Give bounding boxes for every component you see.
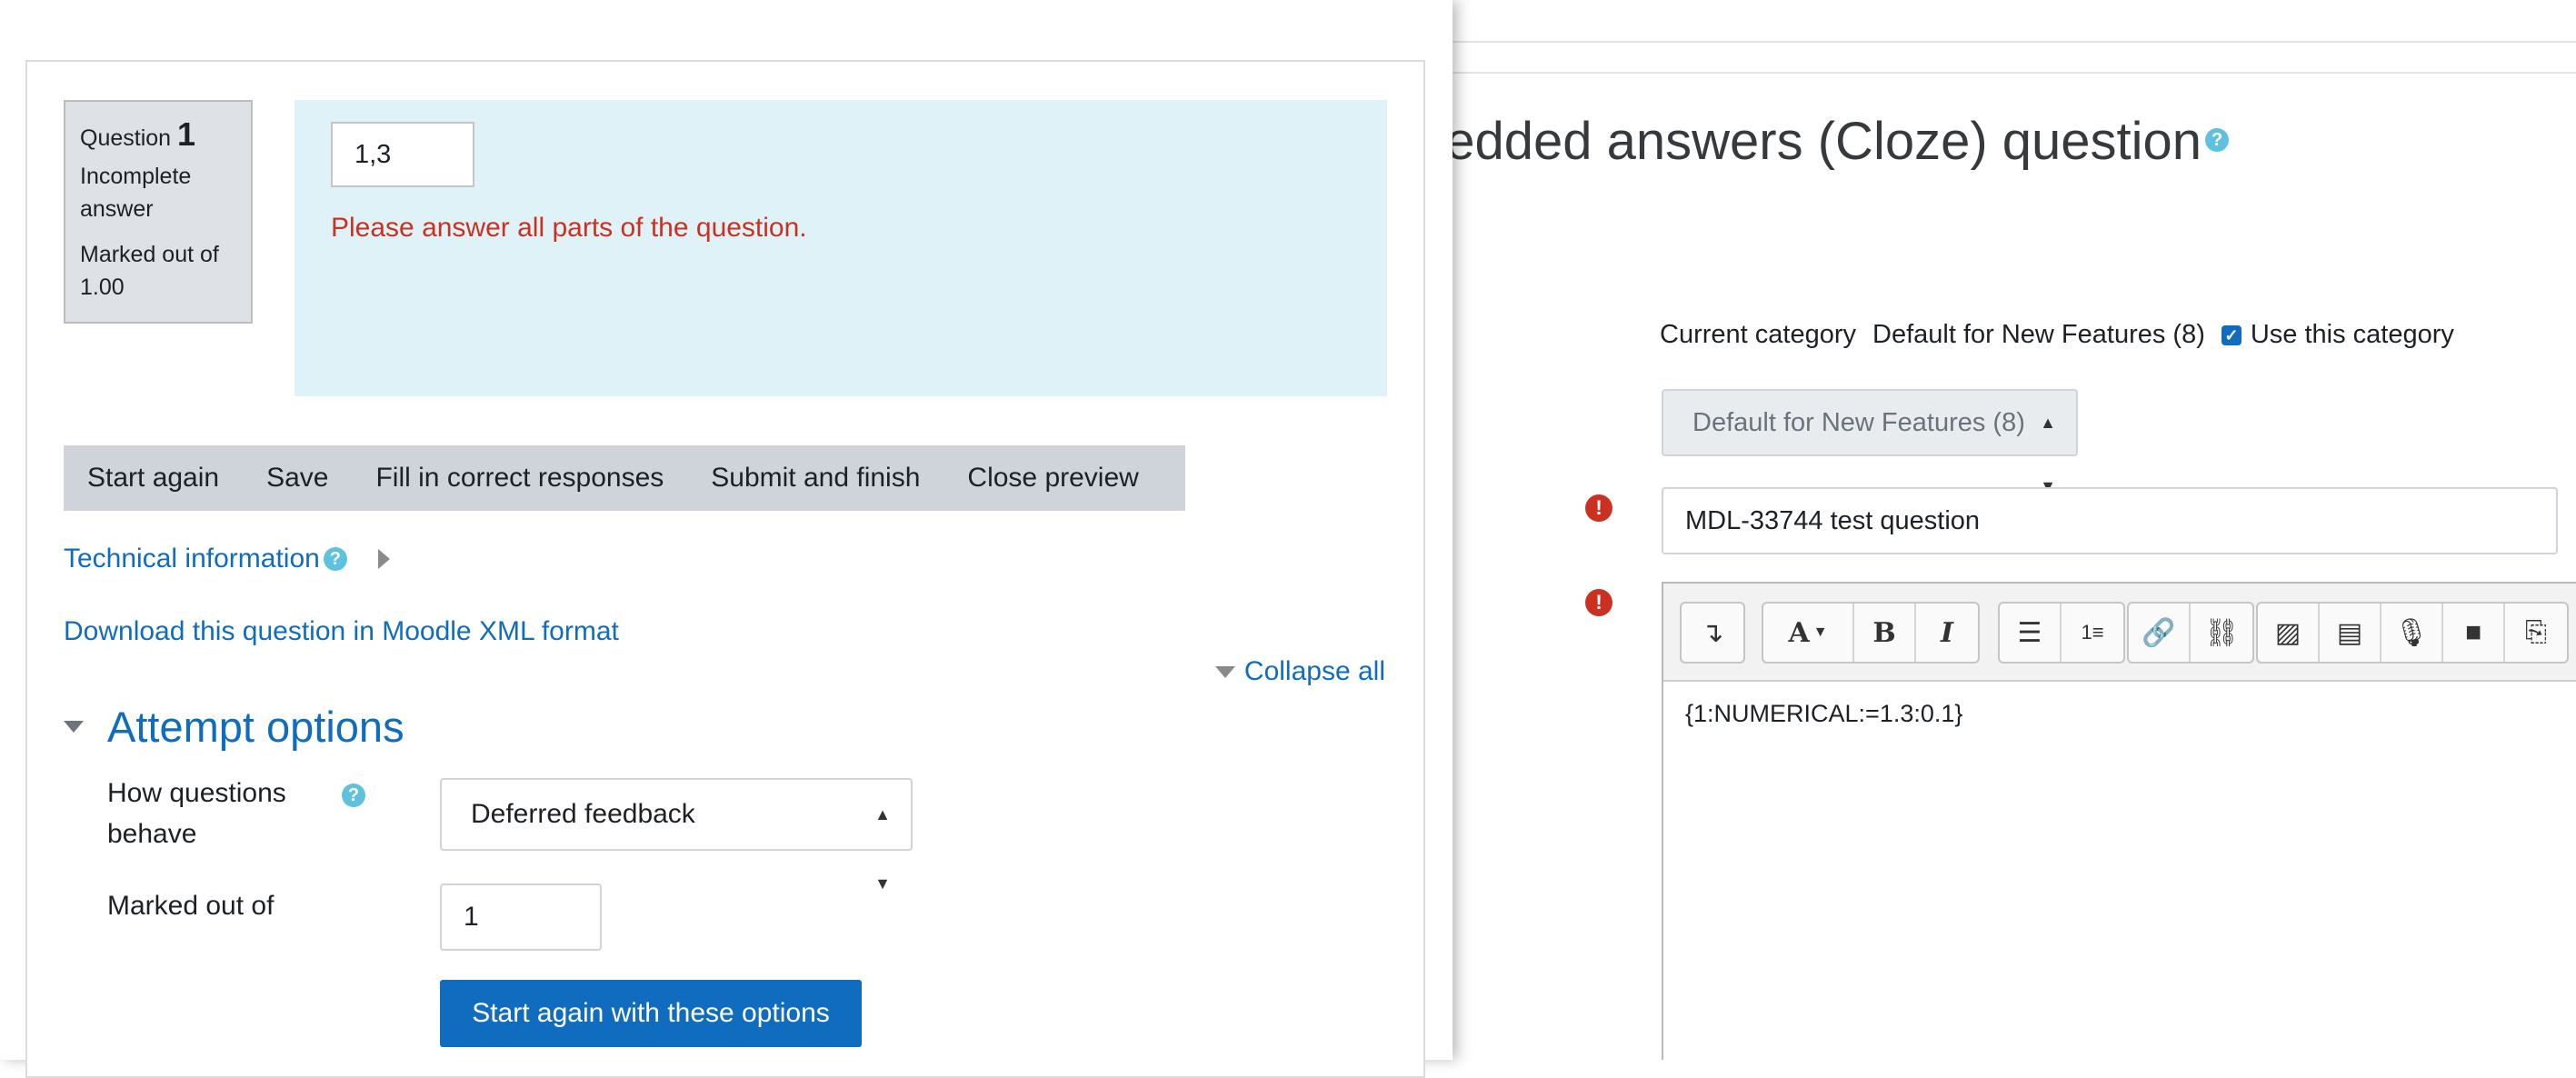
question-name-input[interactable]: MDL-33744 test question bbox=[1662, 487, 2558, 554]
validation-error: Please answer all parts of the question. bbox=[331, 213, 807, 243]
question-name-value: MDL-33744 test question bbox=[1685, 506, 1981, 535]
question-preview-window: Question 1 Incomplete answer Marked out … bbox=[0, 0, 1453, 1078]
help-icon[interactable]: ? bbox=[323, 547, 347, 571]
answer-input[interactable]: 1,3 bbox=[331, 122, 474, 187]
question-state: Incomplete answer bbox=[80, 164, 192, 222]
media-icon[interactable]: ▤ bbox=[2320, 604, 2381, 662]
save-button[interactable]: Save bbox=[243, 445, 352, 511]
behaviour-select[interactable]: Deferred feedback ▲ ▼ bbox=[440, 778, 913, 893]
marked-out-of-value: 1 bbox=[464, 902, 479, 932]
category-select-value: Default for New Features (8) bbox=[1692, 408, 2025, 437]
toolbar-group: 🔗 ⛓ bbox=[2127, 602, 2254, 664]
use-category-label[interactable]: Use this category bbox=[2251, 320, 2454, 350]
edit-question-page: bedded answers (Cloze) question? Current… bbox=[1453, 0, 2576, 1060]
submit-finish-button[interactable]: Submit and finish bbox=[687, 445, 944, 511]
current-category-value: Default for New Features (8) bbox=[1872, 320, 2205, 349]
technical-information: Technical information ? bbox=[64, 544, 390, 574]
marked-out-of-input[interactable]: 1 bbox=[440, 883, 602, 951]
unlink-icon[interactable]: ⛓ bbox=[2191, 604, 2252, 662]
toggle-toolbar-icon[interactable]: ↴ bbox=[1682, 604, 1743, 662]
question-text-content[interactable]: {1:NUMERICAL:=1.3:0.1} bbox=[1663, 682, 2576, 746]
technical-information-link[interactable]: Technical information bbox=[64, 544, 320, 574]
start-again-button[interactable]: Start again bbox=[64, 445, 243, 511]
category-select[interactable]: Default for New Features (8) ▲ ▼ bbox=[1662, 389, 2078, 495]
download-xml-link[interactable]: Download this question in Moodle XML for… bbox=[64, 616, 619, 646]
question-formulation: 1,3 Please answer all parts of the quest… bbox=[295, 100, 1387, 396]
toolbar-group: A ▼ B I bbox=[1762, 602, 1980, 664]
marked-out-of-label: Marked out of bbox=[107, 891, 275, 921]
start-again-with-options-button[interactable]: Start again with these options bbox=[440, 980, 862, 1047]
divider bbox=[1453, 72, 2576, 74]
help-icon[interactable]: ? bbox=[2205, 127, 2230, 152]
question-label: Question bbox=[80, 125, 172, 151]
behave-label: How questions behave bbox=[107, 778, 286, 849]
required-icon: ! bbox=[1585, 494, 1612, 522]
record-video-icon[interactable]: ■ bbox=[2443, 604, 2505, 662]
close-preview-button[interactable]: Close preview bbox=[944, 445, 1162, 511]
expand-arrow-icon[interactable] bbox=[377, 549, 390, 569]
page-title: bedded answers (Cloze) question? bbox=[1453, 111, 2230, 172]
section-toggle-icon bbox=[64, 721, 84, 733]
fill-correct-button[interactable]: Fill in correct responses bbox=[352, 445, 687, 511]
attempt-options-title[interactable]: Attempt options bbox=[107, 702, 404, 752]
preview-controls: Start again Save Fill in correct respons… bbox=[64, 445, 1185, 511]
manage-files-icon[interactable]: ⎘ bbox=[2505, 604, 2567, 662]
question-grade: Marked out of 1.00 bbox=[80, 242, 219, 300]
download-xml: Download this question in Moodle XML for… bbox=[64, 616, 619, 647]
link-icon[interactable]: 🔗 bbox=[2129, 604, 2191, 662]
collapse-all-link[interactable]: Collapse all bbox=[1244, 656, 1385, 687]
attempt-options-header[interactable]: Attempt options bbox=[64, 702, 404, 752]
question-text-editor[interactable]: ↴ A ▼ B I ☰ 1≡ 🔗 ⛓ ▨ ▤ 🎙 ■ ⎘ {1:NUMERICA… bbox=[1662, 582, 2576, 1060]
bold-icon[interactable]: B bbox=[1854, 604, 1916, 662]
question-info: Question 1 Incomplete answer Marked out … bbox=[64, 100, 253, 324]
required-icon: ! bbox=[1585, 589, 1612, 616]
question-number: 1 bbox=[177, 115, 196, 153]
current-category-row: Current category Default for New Feature… bbox=[1660, 320, 2454, 350]
page-title-text: bedded answers (Cloze) question bbox=[1453, 112, 2202, 171]
toolbar-group: ▨ ▤ 🎙 ■ ⎘ bbox=[2256, 602, 2569, 664]
current-category-label: Current category bbox=[1660, 320, 1856, 349]
toolbar-group: ↴ bbox=[1680, 602, 1745, 664]
image-icon[interactable]: ▨ bbox=[2258, 604, 2320, 662]
ordered-list-icon[interactable]: 1≡ bbox=[2062, 604, 2123, 662]
answer-value: 1,3 bbox=[354, 140, 392, 169]
select-arrows-icon: ▲ ▼ bbox=[874, 805, 891, 893]
editor-toolbar: ↴ A ▼ B I ☰ 1≡ 🔗 ⛓ ▨ ▤ 🎙 ■ ⎘ bbox=[1663, 584, 2576, 682]
italic-icon[interactable]: I bbox=[1916, 604, 1978, 662]
record-audio-icon[interactable]: 🎙 bbox=[2381, 604, 2443, 662]
toolbar-group: ☰ 1≡ bbox=[1998, 602, 2125, 664]
use-category-checkbox[interactable]: ✓ bbox=[2221, 324, 2242, 345]
divider bbox=[1453, 41, 2576, 43]
unordered-list-icon[interactable]: ☰ bbox=[2000, 604, 2062, 662]
behaviour-select-value: Deferred feedback bbox=[471, 799, 695, 829]
collapse-all[interactable]: Collapse all bbox=[1214, 656, 1385, 687]
collapse-arrow-icon bbox=[1214, 665, 1235, 678]
font-style-icon[interactable]: A ▼ bbox=[1763, 604, 1854, 662]
help-icon[interactable]: ? bbox=[342, 784, 365, 807]
